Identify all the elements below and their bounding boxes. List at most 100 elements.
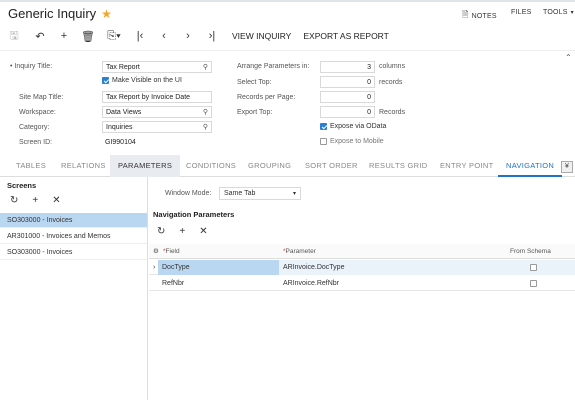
screen-list-item[interactable]: AR301000 - Invoices and Memos [0,229,147,244]
navigation-parameters-title: Navigation Parameters [153,210,235,219]
checkbox-unchecked-icon[interactable] [530,279,537,287]
column-field-header[interactable]: *Field [159,244,180,259]
search-icon[interactable]: ⚲ [203,123,208,131]
refresh-icon[interactable]: ↻ [10,195,18,206]
add-icon[interactable]: + [32,195,38,206]
workspace-field[interactable]: Data Views ⚲ [102,106,212,118]
screen-list-item[interactable]: SO303000 - Invoices [0,245,147,260]
screen-list-item[interactable]: SO303000 - Invoices [0,213,147,228]
screen-item-label: AR301000 - Invoices and Memos [7,233,111,240]
next-record-icon[interactable]: › [176,30,200,42]
select-top-value: 0 [367,78,371,86]
tab-sort-order[interactable]: SORT ORDER [305,155,358,177]
parameter-cell[interactable]: ARInvoice.DocType [279,260,506,275]
workspace-label: Workspace: [19,109,56,116]
select-top-field[interactable]: 0 [320,76,375,88]
export-top-value: 0 [367,108,371,116]
inquiry-title-field[interactable]: Tax Report ⚲ [102,61,212,73]
make-visible-label: Make Visible on the UI [112,77,182,84]
grid-header: ⚙ *Field *Parameter From Schema [149,244,575,259]
chevron-down-icon: ▾ [570,10,574,16]
expand-tabs-icon[interactable]: ¥ [561,161,573,173]
tab-parameters[interactable]: PARAMETERS [110,155,181,177]
tab-results-grid[interactable]: RESULTS GRID [369,155,427,177]
site-map-title-field[interactable]: Tax Report by Invoice Date [102,91,212,103]
table-row[interactable]: RefNbr ARInvoice.RefNbr [149,276,575,291]
field-cell[interactable]: DocType [158,260,279,275]
files-button[interactable]: FILES [511,9,531,16]
select-top-unit: records [379,79,403,86]
window-mode-value: Same Tab [224,190,256,197]
notes-button[interactable]: 🗎 NOTES [462,9,497,23]
page-title: Generic Inquiry ★ [8,6,112,21]
search-icon[interactable]: ⚲ [203,63,208,71]
tab-entry-point[interactable]: ENTRY POINT [440,155,493,177]
records-per-page-field[interactable]: 0 [320,91,375,103]
table-row[interactable]: › DocType ARInvoice.DocType [149,260,575,275]
tab-bar: TABLES RELATIONS PARAMETERS CONDITIONS G… [0,155,575,177]
make-visible-checkbox[interactable]: Make Visible on the UI [102,77,182,84]
favorite-star-icon[interactable]: ★ [101,7,112,21]
tab-relations[interactable]: RELATIONS [61,155,106,177]
category-field[interactable]: Inquiries ⚲ [102,121,212,133]
tools-label: TOOLS [543,9,568,16]
delete-icon[interactable]: 🗑 [76,30,100,43]
tab-conditions[interactable]: CONDITIONS [186,155,236,177]
expose-odata-label: Expose via OData [330,123,387,130]
undo-icon[interactable]: ↶ [28,30,52,43]
arrange-parameters-value: 3 [367,63,371,71]
copy-paste-icon[interactable]: ⎘▾ [100,30,128,43]
records-per-page-value: 0 [367,93,371,101]
collapse-icon[interactable]: ⌃ [565,53,572,62]
window-mode-label: Window Mode: [165,190,212,197]
category-value: Inquiries [106,123,133,131]
first-record-icon[interactable]: |‹ [128,30,152,42]
category-label: Category: [19,124,50,131]
add-icon[interactable]: + [52,30,76,42]
tab-grouping[interactable]: GROUPING [248,155,291,177]
expose-mobile-checkbox[interactable]: Expose to Mobile [320,138,384,145]
checkbox-unchecked-icon[interactable] [530,263,537,271]
parameter-cell[interactable]: ARInvoice.RefNbr [279,276,506,291]
tab-tables[interactable]: TABLES [16,155,46,177]
site-map-title-label: Site Map Title: [19,94,64,101]
screen-item-label: SO303000 - Invoices [7,217,73,224]
previous-record-icon[interactable]: ‹ [152,30,176,42]
screens-title: Screens [7,181,37,190]
arrange-parameters-field[interactable]: 3 [320,61,375,73]
page-title-text: Generic Inquiry [8,6,97,21]
field-cell[interactable]: RefNbr [158,276,279,291]
export-top-field[interactable]: 0 [320,106,375,118]
save-icon[interactable]: 🖫 [0,27,28,46]
select-top-label: Select Top: [237,79,272,86]
screen-id-label: Screen ID: [19,139,53,146]
files-label: FILES [511,9,532,16]
parameters-toolbar: ↻ + ✕ [157,226,208,237]
export-top-unit: Records [379,109,406,116]
screens-toolbar: ↻ + ✕ [10,195,61,206]
window-mode-select[interactable]: Same Tab ▾ [219,187,301,200]
search-icon[interactable]: ⚲ [203,108,208,116]
from-schema-cell[interactable] [506,260,575,275]
row-selector-icon: › [153,264,156,271]
delete-x-icon[interactable]: ✕ [199,226,207,237]
expose-odata-checkbox[interactable]: Expose via OData [320,123,386,130]
last-record-icon[interactable]: ›| [200,30,224,42]
view-inquiry-button[interactable]: VIEW INQUIRY [232,31,291,41]
delete-x-icon[interactable]: ✕ [52,195,60,206]
export-as-report-button[interactable]: EXPORT AS REPORT [303,31,389,41]
workspace-value: Data Views [106,108,142,116]
from-schema-cell[interactable] [506,276,575,291]
tab-navigation[interactable]: NAVIGATION [498,155,563,177]
add-icon[interactable]: + [179,226,185,237]
records-per-page-label: Records per Page: [237,94,296,101]
checkbox-unchecked-icon [320,138,327,145]
inquiry-title-label: Inquiry Title: [10,63,52,70]
tools-button[interactable]: TOOLS ▾ [543,9,574,16]
column-parameter-header[interactable]: *Parameter [279,244,316,259]
main-toolbar: 🖫 ↶ + 🗑 ⎘▾ |‹ ‹ › ›| VIEW INQUIRY EXPORT… [0,26,575,46]
arrange-parameters-label: Arrange Parameters in: [237,63,310,70]
column-from-schema-header[interactable]: From Schema [506,244,551,259]
refresh-icon[interactable]: ↻ [157,226,165,237]
expose-mobile-label: Expose to Mobile [330,138,384,145]
